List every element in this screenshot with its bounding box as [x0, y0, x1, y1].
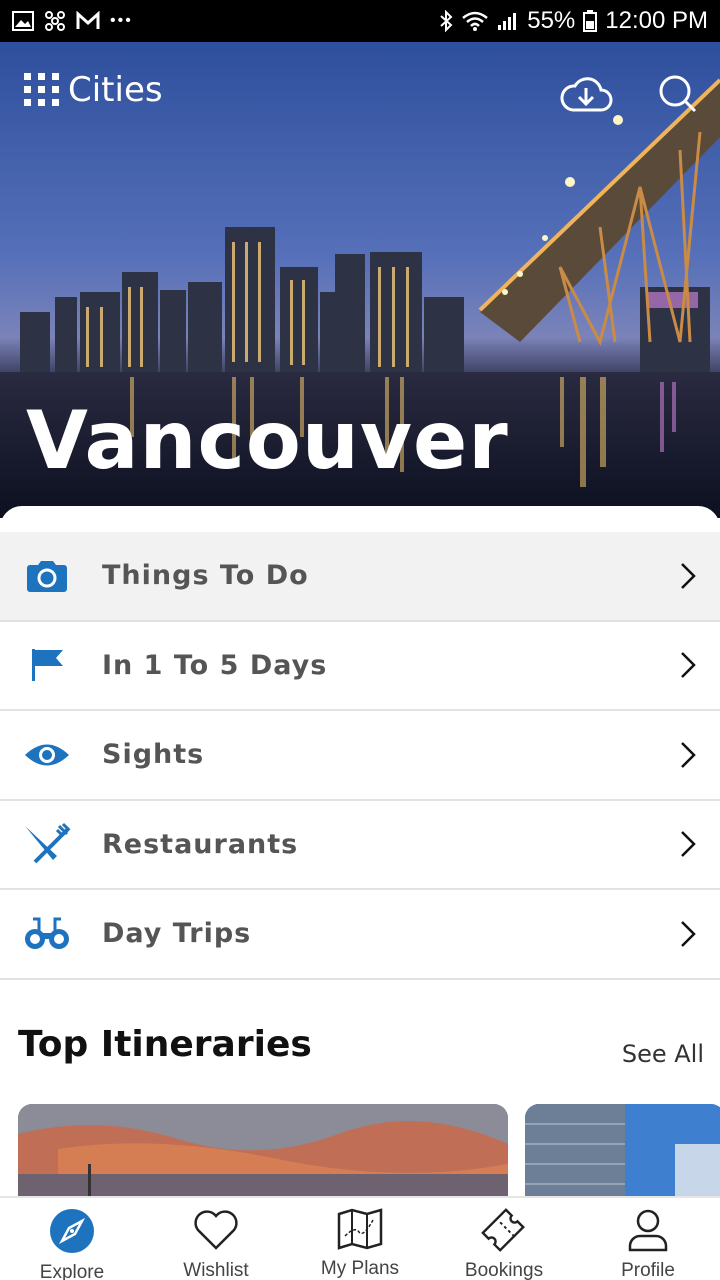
grid-logo-icon [24, 73, 59, 106]
gallery-notification-icon [12, 9, 34, 33]
status-right: 55% 12:00 PM [439, 7, 708, 35]
fan-notification-icon [44, 9, 66, 33]
status-left: ••• [12, 9, 133, 33]
compass-icon [47, 1208, 97, 1254]
status-bar: ••• 55% 12:00 PM [0, 0, 720, 42]
nav-my-plans[interactable]: My Plans [288, 1198, 432, 1280]
menu-item-label: Restaurants [102, 828, 299, 860]
app-logo-text: Cities [68, 70, 163, 110]
bluetooth-icon [439, 9, 453, 33]
binoculars-icon [23, 910, 71, 958]
menu-item-in-1-to-5-days[interactable]: In 1 To 5 Days [0, 622, 720, 711]
content-panel: Things To Do In 1 To 5 Days Sights Resta… [0, 506, 720, 1204]
app-logo[interactable]: Cities [24, 70, 163, 110]
battery-icon [583, 9, 598, 33]
search-icon [659, 75, 697, 113]
nav-label: Wishlist [183, 1260, 249, 1280]
flag-icon [23, 641, 71, 689]
nav-wishlist[interactable]: Wishlist [144, 1198, 288, 1280]
chevron-right-icon [681, 562, 696, 589]
nav-label: Bookings [464, 1260, 544, 1280]
wifi-icon [461, 9, 489, 33]
ticket-icon [479, 1208, 529, 1252]
nav-label: Explore [39, 1262, 105, 1280]
itinerary-card[interactable] [525, 1104, 720, 1204]
menu-item-label: In 1 To 5 Days [102, 649, 328, 681]
menu-item-label: Sights [102, 739, 205, 771]
signal-icon [497, 9, 519, 33]
map-icon [335, 1208, 385, 1250]
top-itineraries-heading: Top Itineraries [18, 1024, 312, 1065]
menu-item-restaurants[interactable]: Restaurants [0, 801, 720, 890]
city-menu: Things To Do In 1 To 5 Days Sights Resta… [0, 532, 720, 980]
itinerary-card[interactable] [18, 1104, 508, 1204]
clock: 12:00 PM [605, 7, 708, 34]
menu-item-day-trips[interactable]: Day Trips [0, 890, 720, 980]
cloud-download-icon [560, 77, 613, 112]
nav-bookings[interactable]: Bookings [432, 1198, 576, 1280]
download-button[interactable] [558, 66, 614, 122]
camera-icon [23, 552, 71, 600]
chevron-right-icon [681, 741, 696, 768]
itinerary-card-image [18, 1104, 508, 1204]
itinerary-card-image [525, 1104, 720, 1204]
nav-label: My Plans [320, 1258, 400, 1279]
city-title: Vancouver [26, 394, 509, 487]
city-hero-banner: Cities Vancouver [0, 42, 720, 518]
eye-icon [23, 731, 71, 779]
nav-label: Profile [621, 1260, 675, 1280]
more-notifications-indicator: ••• [110, 12, 133, 29]
person-icon [623, 1208, 673, 1252]
battery-percent: 55% [527, 7, 576, 34]
chevron-right-icon [681, 831, 696, 858]
chevron-right-icon [681, 920, 696, 947]
menu-item-things-to-do[interactable]: Things To Do [0, 532, 720, 622]
nav-profile[interactable]: Profile [576, 1198, 720, 1280]
search-button[interactable] [650, 66, 706, 122]
gmail-notification-icon [76, 9, 100, 33]
chevron-right-icon [681, 652, 696, 679]
nav-explore[interactable]: Explore [0, 1198, 144, 1280]
heart-icon [191, 1208, 241, 1252]
menu-item-label: Things To Do [102, 560, 309, 592]
bottom-navigation: Explore Wishlist My Plans Bookings Profi… [0, 1196, 720, 1280]
utensils-icon [23, 820, 71, 868]
menu-item-label: Day Trips [102, 918, 252, 950]
menu-item-sights[interactable]: Sights [0, 711, 720, 801]
see-all-link[interactable]: See All [622, 1040, 704, 1068]
